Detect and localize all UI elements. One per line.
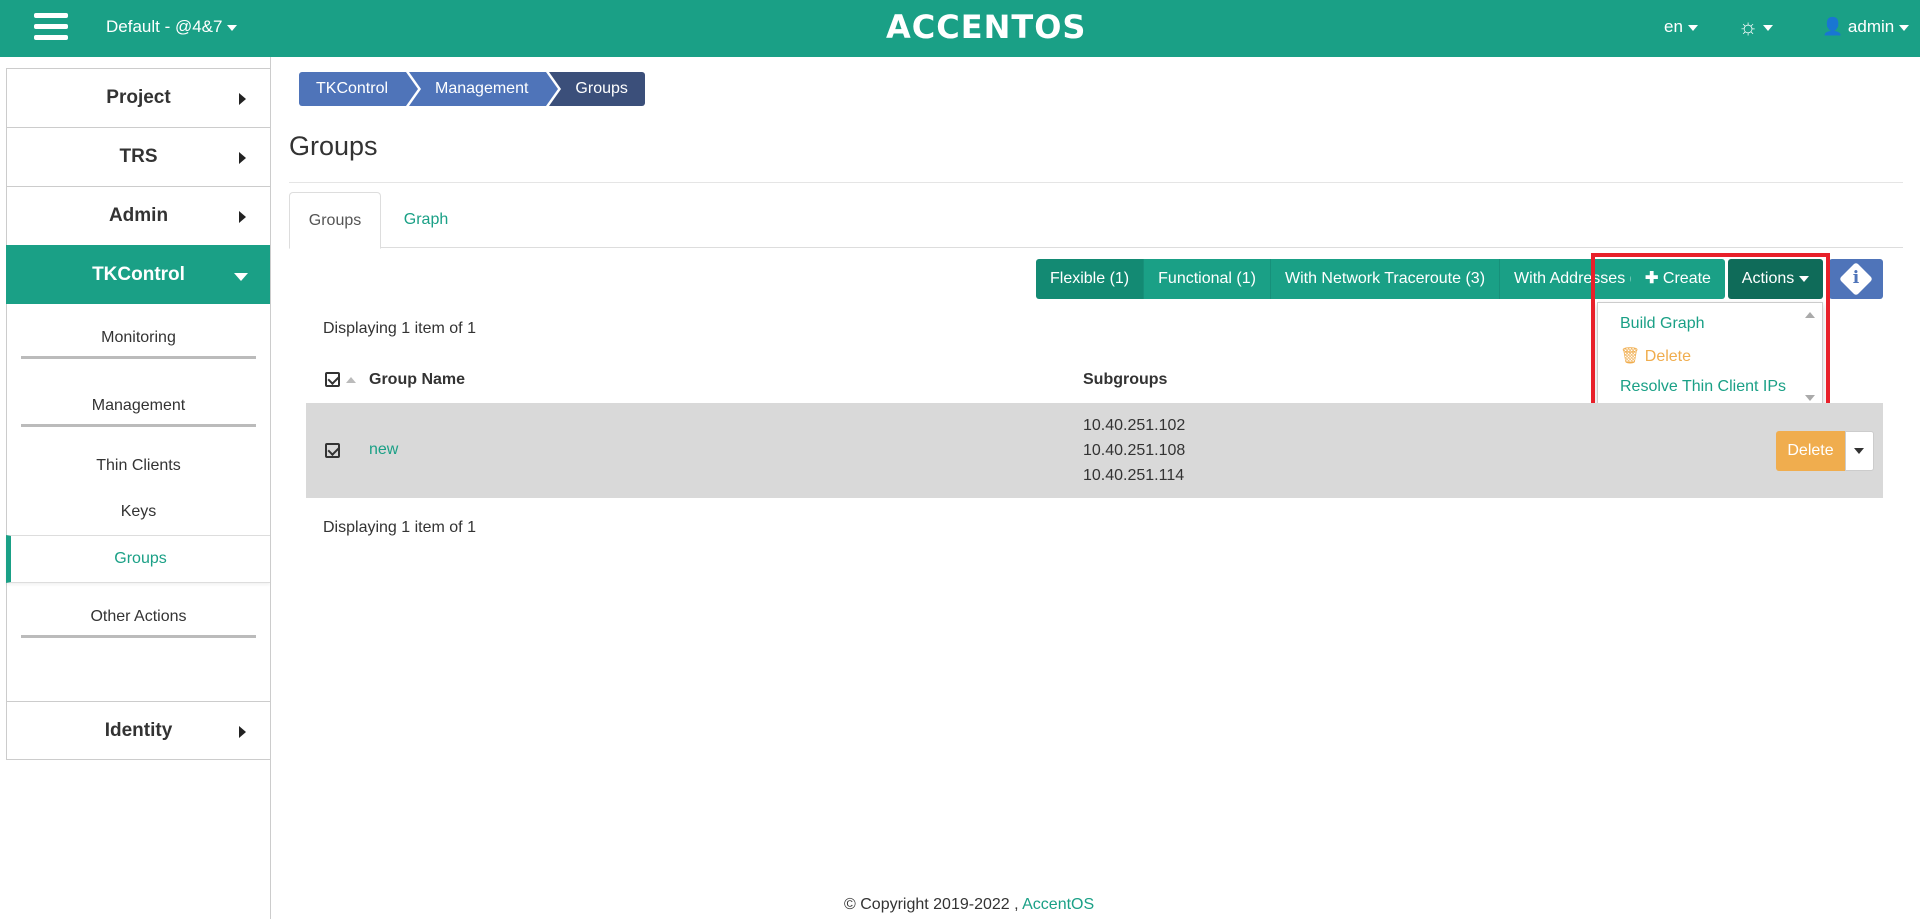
row-delete-button[interactable]: Delete xyxy=(1776,431,1845,471)
sidebar-panel-identity[interactable]: Identity xyxy=(6,701,271,760)
scroll-up-icon[interactable] xyxy=(1805,312,1815,318)
sidebar-panel-project[interactable]: Project xyxy=(6,68,271,127)
row-action-group: Delete xyxy=(1776,431,1874,471)
footer-copyright: © Copyright 2019-2022 , xyxy=(844,896,1019,913)
footer-accentos-link[interactable]: AccentOS xyxy=(1022,896,1094,913)
user-menu[interactable]: 👤 admin xyxy=(1822,17,1910,37)
filter-flexible-button[interactable]: Flexible (1) xyxy=(1036,259,1145,299)
menu-item-delete-label: Delete xyxy=(1644,348,1692,365)
theme-selector[interactable]: ☼ xyxy=(1738,14,1774,40)
breadcrumb-tkcontrol[interactable]: TKControl xyxy=(299,72,422,106)
sidebar-border xyxy=(270,57,271,919)
plus-icon: ✚ xyxy=(1645,270,1659,287)
displaying-count-bottom: Displaying 1 item of 1 xyxy=(323,519,476,536)
row-checkbox[interactable] xyxy=(325,443,340,458)
sidebar-submenu: Monitoring Management Thin Clients Keys … xyxy=(6,304,271,701)
sidebar-section-management[interactable]: Management xyxy=(7,397,270,415)
user-name: admin xyxy=(1847,17,1895,36)
actions-button-label: Actions xyxy=(1741,270,1795,287)
chevron-right-icon xyxy=(239,93,246,105)
column-header-group-name[interactable]: Group Name xyxy=(369,371,465,389)
page-title: Groups xyxy=(289,131,378,161)
footer: © Copyright 2019-2022 , AccentOS xyxy=(844,896,1094,914)
chevron-down-icon xyxy=(1763,25,1774,32)
subgroup-ip: 10.40.251.114 xyxy=(1083,467,1185,484)
sidebar-panel-label: Project xyxy=(106,87,171,108)
sun-icon: ☼ xyxy=(1738,14,1759,39)
divider xyxy=(21,356,256,359)
menu-item-delete[interactable]: 🗑 Delete xyxy=(1620,346,1691,366)
displaying-count-top: Displaying 1 item of 1 xyxy=(323,320,476,337)
chevron-down-icon xyxy=(227,24,238,31)
table-header: Group Name Subgroups xyxy=(306,366,1883,404)
sidebar-panel-label: Identity xyxy=(104,720,173,741)
chevron-down-icon xyxy=(1799,275,1810,282)
breadcrumb-groups: Groups xyxy=(549,72,645,106)
group-name-link[interactable]: new xyxy=(369,441,398,459)
info-button[interactable]: i xyxy=(1829,259,1883,299)
brand-logo: ACCENTOS xyxy=(886,8,1087,46)
menu-item-build-graph[interactable]: Build Graph xyxy=(1620,315,1705,333)
divider xyxy=(21,635,256,638)
table-row: new 10.40.251.102 10.40.251.108 10.40.25… xyxy=(306,403,1883,498)
sort-ascending-icon[interactable] xyxy=(346,377,356,383)
hamburger-menu-icon[interactable] xyxy=(34,13,68,43)
select-all-checkbox[interactable] xyxy=(325,372,340,387)
chevron-down-icon xyxy=(234,273,248,281)
tab-graph[interactable]: Graph xyxy=(381,192,471,248)
sidebar-panel-label: TKControl xyxy=(92,264,185,285)
row-actions-dropdown-toggle[interactable] xyxy=(1845,431,1874,471)
chevron-right-icon xyxy=(239,152,246,164)
sidebar-panel-admin[interactable]: Admin xyxy=(6,186,271,245)
top-navbar: Default - @4&7 ACCENTOS en ☼ 👤 admin xyxy=(0,0,1920,57)
sidebar-item-groups[interactable]: Groups xyxy=(6,535,270,583)
chevron-right-icon xyxy=(239,211,246,223)
filter-button-group: Flexible (1) Functional (1) With Network… xyxy=(1036,259,1664,299)
create-button[interactable]: ✚ Create xyxy=(1631,259,1725,299)
project-selector-label: Default - @4&7 xyxy=(106,17,223,36)
breadcrumb-management[interactable]: Management xyxy=(409,72,562,106)
language-selector[interactable]: en xyxy=(1664,17,1698,37)
actions-button[interactable]: Actions xyxy=(1728,259,1823,299)
sidebar-section-monitoring[interactable]: Monitoring xyxy=(7,329,270,347)
divider xyxy=(21,424,256,427)
divider xyxy=(289,182,1903,183)
tab-bar: Groups Graph xyxy=(289,192,1903,249)
sidebar-panel-tkcontrol[interactable]: TKControl xyxy=(6,245,271,304)
sidebar: Project TRS Admin TKControl Monitoring M… xyxy=(6,68,271,760)
tab-groups[interactable]: Groups xyxy=(289,192,381,249)
column-header-subgroups: Subgroups xyxy=(1083,371,1168,388)
create-button-label: Create xyxy=(1662,270,1711,287)
sidebar-item-thin-clients[interactable]: Thin Clients xyxy=(7,457,270,475)
trash-icon: 🗑 xyxy=(1620,348,1641,365)
sidebar-item-keys[interactable]: Keys xyxy=(7,503,270,521)
user-icon: 👤 xyxy=(1822,17,1844,36)
sidebar-panel-label: TRS xyxy=(119,146,158,167)
info-icon: i xyxy=(1852,268,1860,288)
chevron-down-icon xyxy=(1687,24,1698,31)
sidebar-panel-trs[interactable]: TRS xyxy=(6,127,271,186)
breadcrumb: TKControl Management Groups xyxy=(299,72,648,106)
chevron-right-icon xyxy=(239,726,246,738)
project-selector[interactable]: Default - @4&7 xyxy=(106,17,238,37)
sidebar-panel-label: Admin xyxy=(108,205,169,226)
chevron-down-icon xyxy=(1899,24,1910,31)
filter-network-traceroute-button[interactable]: With Network Traceroute (3) xyxy=(1270,259,1501,299)
subgroup-ip: 10.40.251.108 xyxy=(1083,442,1186,459)
filter-functional-button[interactable]: Functional (1) xyxy=(1144,259,1271,299)
subgroup-ip: 10.40.251.102 xyxy=(1083,417,1186,434)
language-label: en xyxy=(1664,17,1683,36)
sidebar-section-other-actions[interactable]: Other Actions xyxy=(7,608,270,626)
